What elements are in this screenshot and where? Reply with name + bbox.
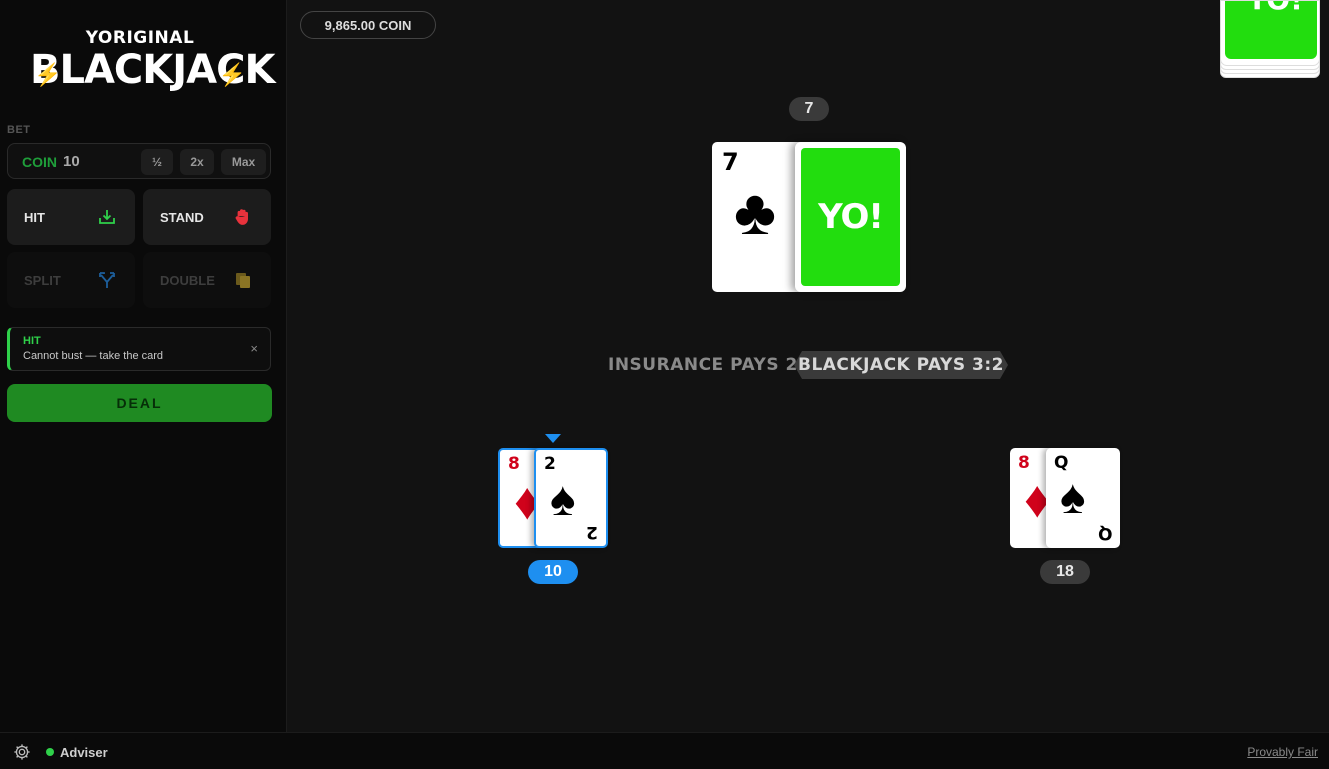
deck-logo: YO! [1247, 1, 1303, 16]
max-bet-button[interactable]: Max [221, 149, 266, 175]
player-card: 2 ♠ 2 [534, 448, 608, 548]
card-rank: Q [1054, 453, 1069, 473]
player-card: Q ♠ Q [1046, 448, 1120, 548]
logo: YORIGINAL BLACKJACK ⚡ ⚡ [30, 26, 275, 106]
split-icon [99, 272, 115, 288]
footer: Adviser Provably Fair [0, 732, 1329, 769]
logo-main-text: BLACKJACK [30, 47, 275, 93]
double-bet-button[interactable]: 2x [180, 149, 214, 175]
balance-badge: 9,865.00 COIN [300, 11, 436, 39]
close-icon[interactable]: × [250, 341, 258, 356]
lightning-icon: ⚡ [218, 62, 246, 87]
bet-label: BET [7, 124, 31, 136]
card-rank-inverted: 2 [586, 522, 598, 542]
bet-input[interactable]: COIN 10 ½ 2x Max [7, 143, 271, 179]
hit-icon [99, 210, 115, 224]
stand-button[interactable]: STAND [143, 189, 271, 245]
hit-button[interactable]: HIT [7, 189, 135, 245]
insurance-text: INSURANCE PAYS 2:1 [608, 355, 818, 375]
bet-currency: COIN [22, 154, 57, 170]
split-button[interactable]: SPLIT [7, 252, 135, 308]
split-label: SPLIT [24, 273, 61, 288]
spade-icon: ♠ [1060, 471, 1086, 524]
player-hand-total: 18 [1040, 560, 1090, 584]
gear-icon[interactable] [13, 743, 31, 761]
card-rank-inverted: Q [1097, 523, 1112, 543]
hint-box: HIT Cannot bust — take the card × [7, 327, 271, 371]
deal-button[interactable]: DEAL [7, 384, 272, 422]
card-rank: 7 [722, 148, 739, 176]
club-icon: ♣ [734, 176, 776, 248]
spade-icon: ♠ [550, 473, 576, 526]
double-icon [236, 273, 250, 288]
hint-text: Cannot bust — take the card [23, 350, 164, 362]
half-bet-button[interactable]: ½ [141, 149, 173, 175]
stand-label: STAND [160, 210, 204, 225]
dealer-hidden-card: YO! [795, 142, 906, 292]
card-rank: 2 [544, 454, 556, 474]
double-button[interactable]: DOUBLE [143, 252, 271, 308]
blackjack-text: BLACKJACK PAYS 3:2 [797, 355, 1004, 375]
hint-title: HIT [23, 335, 41, 347]
hit-label: HIT [24, 210, 45, 225]
hand-icon [235, 209, 248, 225]
card-rank: 8 [1018, 453, 1030, 473]
card-rank: 8 [508, 454, 520, 474]
blackjack-banner: BLACKJACK PAYS 3:2 [794, 351, 1008, 379]
sidebar: YORIGINAL BLACKJACK ⚡ ⚡ BET COIN 10 ½ 2x… [0, 0, 287, 732]
player-hand-total: 10 [528, 560, 578, 584]
lightning-icon: ⚡ [34, 62, 62, 87]
provably-fair-link[interactable]: Provably Fair [1247, 745, 1318, 759]
double-label: DOUBLE [160, 273, 215, 288]
dealer-total: 7 [789, 97, 829, 121]
card-deck: YO! [1220, 0, 1321, 78]
yo-logo: YO! [818, 197, 884, 237]
active-hand-marker [545, 434, 561, 443]
logo-top-text: YORIGINAL [85, 28, 195, 48]
adviser-toggle[interactable]: Adviser [60, 745, 108, 760]
adviser-status-dot [46, 748, 54, 756]
bet-amount[interactable]: 10 [63, 153, 80, 170]
